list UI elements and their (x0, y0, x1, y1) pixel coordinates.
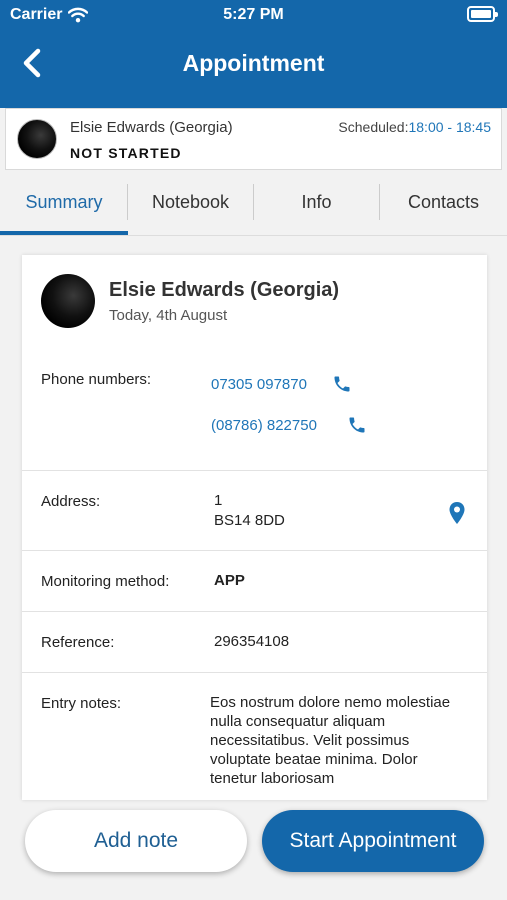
monitoring-method-value: APP (214, 572, 245, 589)
status-badge: NOT STARTED (70, 145, 182, 161)
phone-label: Phone numbers: (41, 371, 152, 388)
tab-info[interactable]: Info (254, 170, 379, 234)
address-line: 1 (214, 492, 223, 509)
divider (22, 611, 487, 612)
tab-bar: Summary Notebook Info Contacts (0, 170, 507, 236)
scheduled-time: Scheduled:18:00 - 18:45 (338, 119, 491, 135)
reference-label: Reference: (41, 634, 115, 651)
navigation-bar: Carrier 5:27 PM Appointment (0, 0, 507, 108)
phone-icon[interactable] (332, 374, 352, 394)
appointment-header: Elsie Edwards (Georgia) NOT STARTED Sche… (5, 108, 502, 170)
phone-number[interactable]: 07305 097870 (211, 376, 307, 393)
divider (22, 550, 487, 551)
entry-notes-label: Entry notes: (41, 695, 122, 712)
appointment-date: Today, 4th August (109, 307, 228, 324)
clock: 5:27 PM (223, 6, 284, 23)
client-name: Elsie Edwards (Georgia) (70, 119, 233, 136)
tab-notebook[interactable]: Notebook (128, 170, 253, 234)
address-line: BS14 8DD (214, 512, 285, 529)
avatar (41, 274, 95, 328)
client-name: Elsie Edwards (Georgia) (109, 279, 340, 301)
summary-card: Elsie Edwards (Georgia) Today, 4th Augus… (22, 255, 487, 800)
scheduled-label: Scheduled: (338, 119, 409, 135)
phone-number[interactable]: (08786) 822750 (211, 417, 317, 434)
battery-icon (467, 6, 498, 22)
address-label: Address: (41, 493, 101, 510)
monitoring-method-label: Monitoring method: (41, 573, 170, 590)
entry-notes-value: Eos nostrum dolore nemo molestiae nulla … (210, 694, 451, 787)
status-bar: Carrier 5:27 PM (0, 0, 507, 30)
start-appointment-button[interactable]: Start Appointment (262, 810, 484, 872)
tab-contacts[interactable]: Contacts (380, 170, 507, 234)
avatar (17, 119, 57, 159)
map-pin-icon[interactable] (448, 501, 466, 525)
divider (22, 470, 487, 471)
page-title: Appointment (182, 50, 325, 76)
scheduled-value: 18:00 - 18:45 (408, 119, 491, 135)
divider (22, 672, 487, 673)
tab-summary[interactable]: Summary (0, 170, 128, 234)
phone-icon[interactable] (347, 415, 367, 435)
active-tab-indicator (0, 231, 128, 235)
reference-value: 296354108 (214, 633, 290, 650)
add-note-button[interactable]: Add note (25, 810, 247, 872)
